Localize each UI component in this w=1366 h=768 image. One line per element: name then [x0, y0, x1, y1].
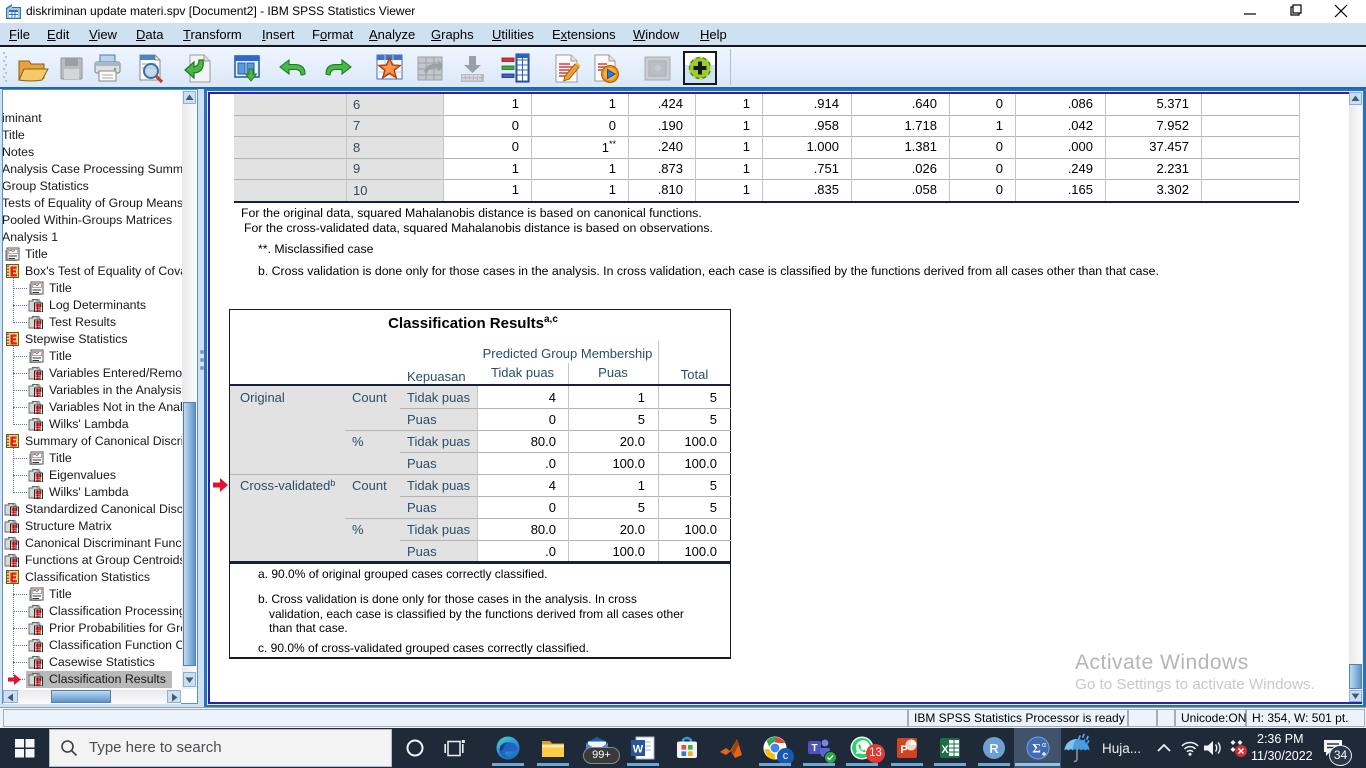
svg-text:P: P: [900, 744, 907, 756]
svg-text:T: T: [811, 743, 817, 754]
svg-text:X: X: [941, 744, 949, 756]
svg-text:R: R: [989, 741, 999, 756]
svg-text:Σ: Σ: [1032, 741, 1041, 756]
svg-text:α: α: [1042, 742, 1046, 749]
svg-text:W: W: [633, 744, 644, 756]
